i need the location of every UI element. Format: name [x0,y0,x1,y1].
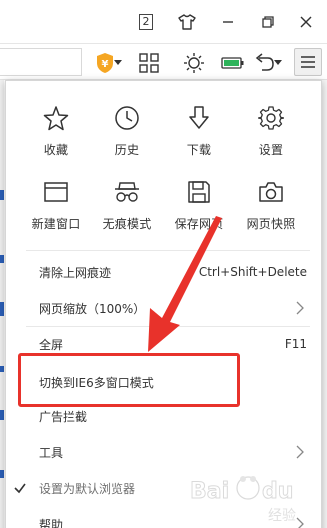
checkmark-icon [14,483,26,494]
chevron-right-icon [296,301,304,315]
page-snapshot-button[interactable]: 网页快照 [238,177,304,241]
svg-text:¥: ¥ [102,59,109,70]
settings-label: 设置 [258,143,284,157]
toolbar: ¥ [0,43,327,80]
tools-label: 工具 [39,445,64,460]
dropdown-caret-icon[interactable] [112,51,124,75]
menu-item-clear-history[interactable]: 清除上网痕迹 Ctrl+Shift+Delete [6,257,323,287]
star-icon [41,103,71,133]
address-bar[interactable] [0,48,82,76]
clear-history-shortcut: Ctrl+Shift+Delete [198,265,307,279]
svg-text:Bai: Bai [190,479,229,504]
tab-count-icon[interactable]: 2 [139,14,153,30]
browser-main-menu: 收藏 历史 下载 设置 新建窗口 无痕模式 保存网页 网页快照 清除上网痕迹 C… [5,80,322,528]
page-snapshot-label: 网页快照 [246,217,296,231]
apps-grid-icon[interactable] [137,51,161,75]
history-button[interactable]: 历史 [94,103,160,167]
clear-history-label: 清除上网痕迹 [39,265,112,280]
fullscreen-shortcut: F11 [284,337,307,351]
zoom-label: 网页缩放（100%） [39,301,146,316]
menu-item-zoom[interactable]: 网页缩放（100%） [6,293,323,323]
save-icon [184,177,214,207]
favorites-label: 收藏 [43,143,69,157]
fullscreen-label: 全屏 [39,337,64,352]
close-icon[interactable] [296,11,316,33]
menu-divider [26,250,310,251]
default-browser-label: 设置为默认浏览器 [39,481,136,496]
ad-block-label: 广告拦截 [39,409,88,424]
history-label: 历史 [114,143,140,157]
chevron-right-icon [296,445,304,459]
help-label: 帮助 [39,517,64,528]
new-window-button[interactable]: 新建窗口 [23,177,89,241]
save-page-label: 保存网页 [174,217,224,231]
restore-icon[interactable] [258,11,278,33]
gear-icon [256,103,286,133]
minimize-icon[interactable] [218,11,238,33]
svg-text:du: du [262,479,293,504]
clock-icon [112,103,142,133]
incognito-icon [112,177,142,207]
downloads-label: 下载 [186,143,212,157]
menu-divider [26,326,310,327]
settings-button[interactable]: 设置 [238,103,304,167]
incognito-label: 无痕模式 [102,217,152,231]
battery-icon[interactable] [221,51,245,75]
favorites-button[interactable]: 收藏 [23,103,89,167]
menu-item-tools[interactable]: 工具 [6,437,323,467]
camera-icon [256,177,286,207]
menu-button[interactable] [294,48,322,76]
highlight-box [18,353,240,407]
download-icon [184,103,214,133]
undo-dropdown-caret-icon[interactable] [273,51,283,75]
incognito-button[interactable]: 无痕模式 [94,177,160,241]
new-window-label: 新建窗口 [31,217,81,231]
downloads-button[interactable]: 下载 [166,103,232,167]
baidu-jingyan-watermark: Bai du 经验 [190,476,296,524]
title-bar: 2 [0,0,327,43]
menu-icon [301,56,315,68]
new-window-icon [41,177,71,207]
brightness-icon[interactable] [182,51,206,75]
skin-shirt-icon[interactable] [177,11,197,33]
svg-text:经验: 经验 [268,508,296,524]
save-page-button[interactable]: 保存网页 [166,177,232,241]
page-content-edge [0,80,4,528]
